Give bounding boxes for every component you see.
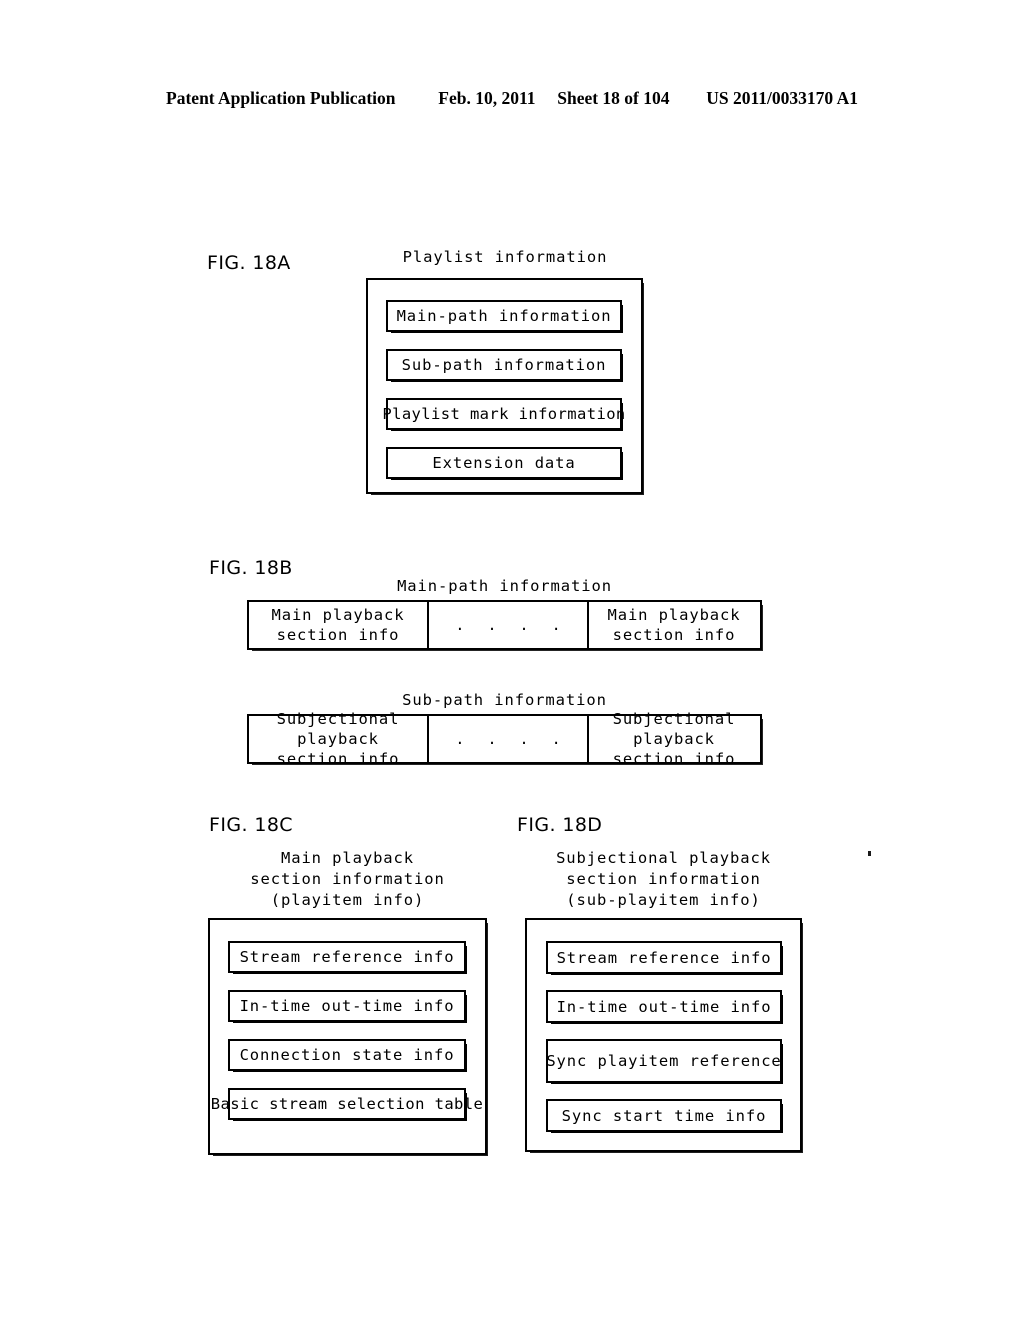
publication-date: Feb. 10, 2011: [438, 88, 536, 108]
box-label: Playlist mark information: [382, 405, 626, 423]
box-playlist-mark-information: Playlist mark information: [382, 398, 625, 431]
patent-number: US 2011/0033170 A1: [706, 88, 858, 108]
table-cell-main-playback-first: Main playback section info: [249, 602, 427, 648]
table-cell-ellipsis: . . . .: [427, 716, 587, 762]
figure-label-18d: FIG. 18D: [517, 814, 603, 836]
cell-text: . . . .: [455, 616, 568, 634]
box-stream-reference-info: Stream reference info: [228, 941, 467, 974]
box-label: Stream reference info: [556, 948, 772, 967]
box-label: Extension data: [432, 454, 576, 472]
box-sync-playitem-reference: Sync playitem reference: [546, 1039, 783, 1084]
box-label: In-time out-time info: [239, 997, 455, 1015]
caption-main-path-information: Main-path information: [397, 577, 612, 595]
figure-label-18c: FIG. 18C: [209, 814, 293, 836]
box-basic-stream-selection-table: Basic stream selection table: [211, 1088, 483, 1121]
publication-title: Patent Application Publication: [166, 88, 396, 108]
box-label: Connection state info: [239, 1046, 455, 1064]
caption-main-playback-section-information: Main playback section information (playi…: [208, 848, 487, 911]
caption-playlist-information: Playlist information: [402, 248, 608, 266]
figure-18c-container: Stream reference info In-time out-time i…: [208, 918, 488, 1156]
box-label: Main-path information: [396, 307, 612, 325]
caption-line: section information: [566, 870, 761, 888]
caption-line: Subjectional playback: [556, 849, 771, 867]
table-main-path-information: Main playback section info . . . . Main …: [247, 600, 763, 651]
box-label: Sync start time info: [561, 1106, 767, 1125]
caption-line: Main playback: [280, 849, 414, 867]
box-in-time-out-time-info: In-time out-time info: [228, 990, 467, 1023]
figure-label-18b: FIG. 18B: [209, 557, 293, 579]
figure-label-18a: FIG. 18A: [207, 252, 291, 274]
figure-18a-container: Main-path information Sub-path informati…: [366, 278, 644, 495]
table-cell-ellipsis: . . . .: [427, 602, 587, 648]
box-stream-reference-info: Stream reference info: [546, 941, 783, 975]
box-label: Sync playitem reference: [546, 1052, 782, 1070]
figure-18d-container: Stream reference info In-time out-time i…: [525, 918, 803, 1153]
cell-text: Subjectional playback section info: [612, 710, 736, 768]
caption-line: (sub-playitem info): [566, 891, 761, 909]
cell-text: . . . .: [455, 730, 568, 748]
scan-artifact-speck: [868, 851, 871, 856]
caption-line: (playitem info): [270, 891, 425, 909]
cell-text: Subjectional playback section info: [276, 710, 400, 768]
box-sync-start-time-info: Sync start time info: [546, 1099, 783, 1133]
cell-text: Main playback section info: [271, 606, 405, 644]
box-label: In-time out-time info: [556, 997, 772, 1016]
caption-line: section information: [250, 870, 445, 888]
box-label: Basic stream selection table: [210, 1095, 484, 1113]
box-connection-state-info: Connection state info: [228, 1039, 467, 1072]
caption-sub-path-information: Sub-path information: [402, 691, 607, 709]
sheet-number: Sheet 18 of 104: [557, 88, 670, 108]
box-label: Sub-path information: [401, 356, 607, 374]
box-main-path-information: Main-path information: [386, 300, 623, 333]
table-sub-path-information: Subjectional playback section info . . .…: [247, 710, 763, 768]
box-extension-data: Extension data: [386, 447, 623, 480]
table-cell-subjectional-playback-last: Subjectional playback section info: [587, 710, 759, 768]
box-sub-path-information: Sub-path information: [386, 349, 623, 382]
page-header: Patent Application Publication Feb. 10, …: [0, 88, 1024, 109]
cell-text: Main playback section info: [607, 606, 741, 644]
table-cell-subjectional-playback-first: Subjectional playback section info: [249, 710, 427, 768]
caption-subjectional-playback-section-information: Subjectional playback section informatio…: [525, 848, 802, 911]
box-label: Stream reference info: [239, 948, 455, 966]
table-cell-main-playback-last: Main playback section info: [587, 602, 759, 648]
box-in-time-out-time-info: In-time out-time info: [546, 990, 783, 1024]
